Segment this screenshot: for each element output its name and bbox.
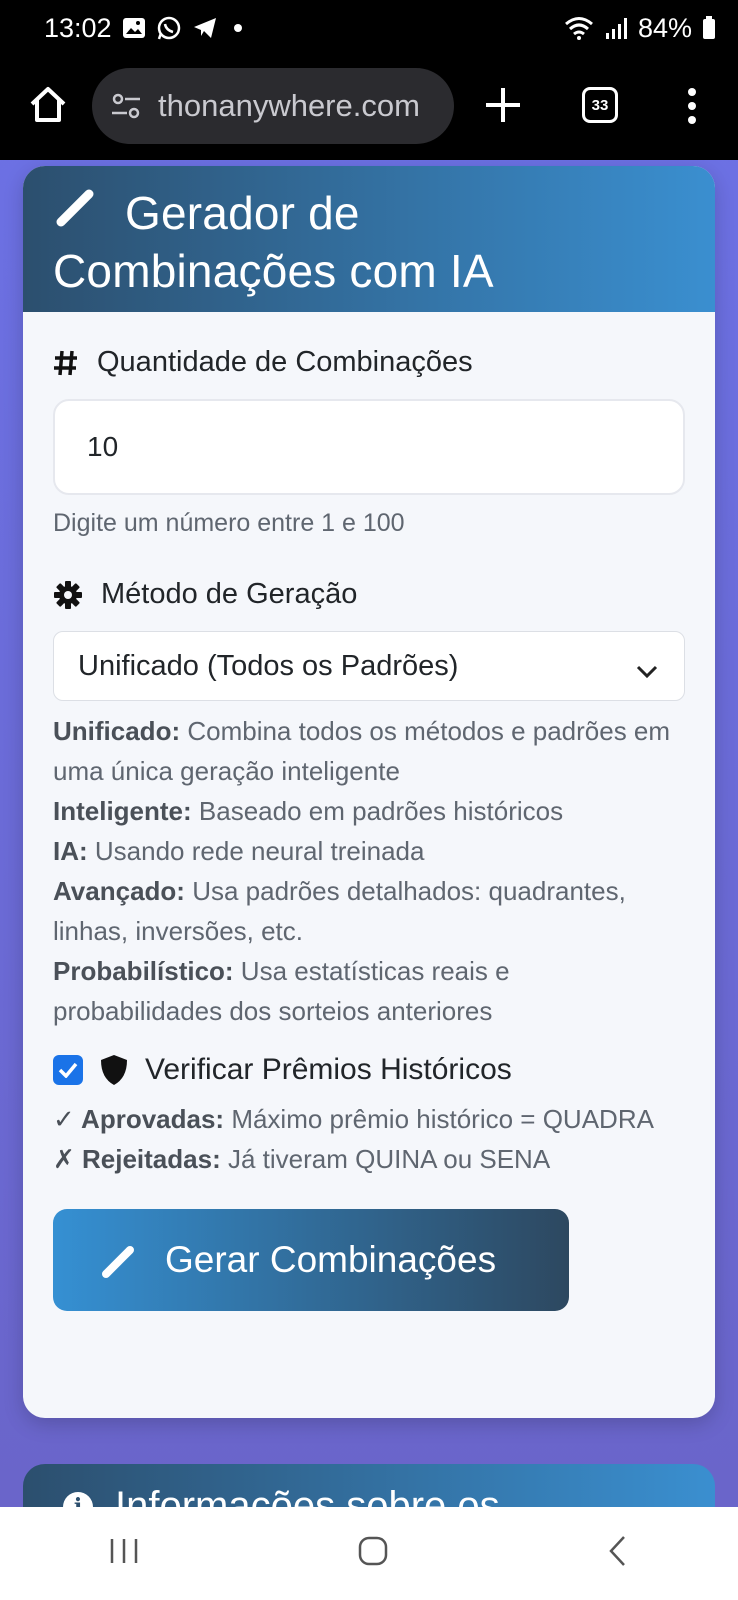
gallery-icon — [122, 17, 146, 39]
whatsapp-icon — [156, 15, 182, 41]
verify-checkbox-row[interactable]: Verificar Prêmios Históricos — [53, 1053, 685, 1087]
magic-wand-icon — [53, 182, 99, 241]
back-button[interactable] — [606, 1534, 630, 1573]
plus-icon — [486, 88, 520, 122]
generator-card: Gerador de Combinações com IA Quantidade… — [23, 166, 715, 1418]
card-title-line2: Combinações com IA — [53, 245, 494, 297]
method-desc-ia: IA: Usando rede neural treinada — [53, 836, 425, 866]
wifi-icon — [564, 16, 594, 40]
home-icon — [30, 87, 66, 122]
card-body: Quantidade de Combinações 10 Digite um n… — [23, 312, 715, 1341]
back-icon — [608, 1536, 625, 1566]
magic-wand-icon — [99, 1240, 139, 1280]
tab-switcher-button[interactable]: 33 — [582, 87, 618, 123]
status-time: 13:02 — [44, 12, 112, 43]
home-nav-button[interactable] — [357, 1535, 389, 1572]
method-desc-avancado: Avançado: Usa padrões detalhados: quadra… — [53, 876, 626, 946]
system-nav-bar — [0, 1507, 738, 1600]
quantity-hint: Digite um número entre 1 e 100 — [53, 509, 405, 537]
url-text: thonanywhere.com — [158, 88, 420, 123]
approved-desc: ✓ Aprovadas: Máximo prêmio histórico = Q… — [53, 1104, 654, 1134]
battery-percent: 84% — [637, 12, 692, 43]
browser-toolbar: thonanywhere.com 33 — [0, 56, 738, 160]
rejected-desc: ✗ Rejeitadas: Já tiveram QUINA ou SENA — [53, 1144, 551, 1174]
quantity-label: Quantidade de Combinações — [97, 346, 473, 378]
battery-icon — [702, 16, 716, 40]
new-tab-button[interactable] — [480, 82, 526, 128]
gear-icon — [53, 580, 83, 610]
browser-menu-button[interactable] — [682, 84, 702, 128]
recent-apps-button[interactable] — [108, 1536, 140, 1571]
method-desc-probabilistico: Probabilístico: Usa estatísticas reais e… — [53, 956, 510, 1026]
status-left: 13:02 — [44, 13, 242, 44]
card-title-line1: Gerador de — [125, 187, 360, 239]
generate-button[interactable]: Gerar Combinações — [53, 1209, 569, 1311]
recents-icon — [111, 1539, 138, 1563]
quantity-label-row: Quantidade de Combinações — [53, 346, 685, 379]
quantity-input[interactable]: 10 — [53, 399, 685, 495]
verify-descriptions: ✓ Aprovadas: Máximo prêmio histórico = Q… — [53, 1099, 685, 1179]
chevron-down-icon — [636, 654, 658, 687]
address-bar[interactable]: thonanywhere.com — [92, 68, 454, 144]
method-label-row: Método de Geração — [53, 578, 685, 611]
method-selected-value: Unificado (Todos os Padrões) — [78, 649, 459, 682]
status-bar: 13:02 84% — [0, 0, 738, 56]
method-desc-inteligente: Inteligente: Baseado em padrões históric… — [53, 796, 564, 826]
checkmark-icon — [58, 1062, 78, 1078]
shield-icon — [99, 1054, 129, 1086]
method-descriptions: Unificado: Combina todos os métodos e pa… — [53, 711, 685, 1031]
more-vert-icon — [688, 88, 696, 124]
verify-label: Verificar Prêmios Históricos — [145, 1053, 512, 1086]
verify-checkbox[interactable] — [53, 1055, 83, 1085]
home-square-icon — [358, 1536, 388, 1566]
card-header: Gerador de Combinações com IA — [23, 166, 715, 312]
telegram-icon — [192, 16, 218, 40]
method-desc-unificado: Unificado: Combina todos os métodos e pa… — [53, 716, 671, 786]
home-button[interactable] — [26, 82, 70, 126]
method-label: Método de Geração — [101, 578, 358, 610]
site-settings-icon[interactable] — [110, 92, 142, 120]
card-title: Gerador de Combinações com IA — [53, 184, 685, 300]
generate-button-label: Gerar Combinações — [165, 1239, 497, 1280]
status-right: 84% — [564, 13, 716, 44]
method-select[interactable]: Unificado (Todos os Padrões) — [53, 631, 685, 701]
signal-icon — [604, 16, 628, 40]
notification-dot-icon — [233, 24, 242, 32]
hashtag-icon — [53, 349, 79, 377]
